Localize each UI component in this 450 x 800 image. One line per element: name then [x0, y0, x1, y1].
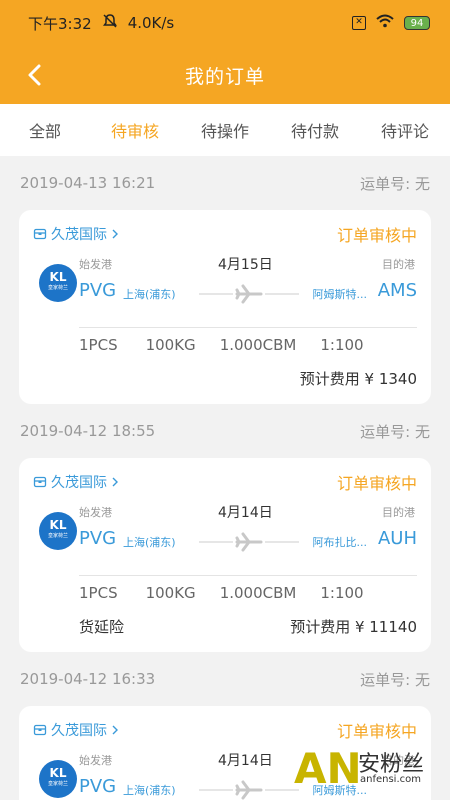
chevron-right-icon — [112, 229, 118, 239]
tab-all[interactable]: 全部 — [0, 118, 90, 142]
order-datetime: 2019-04-12 18:55 — [20, 422, 156, 440]
cargo-specs: 1PCS 100KG 1.000CBM 1:100 — [33, 328, 417, 362]
chevron-right-icon — [112, 725, 118, 735]
origin-code: PVG — [79, 280, 117, 301]
order-header: 2019-04-12 18:55 运单号: 无 — [0, 404, 450, 458]
box-icon — [33, 724, 47, 736]
back-button[interactable] — [18, 58, 52, 92]
tab-pending-operation[interactable]: 待操作 — [180, 118, 270, 142]
chevron-right-icon — [112, 477, 118, 487]
network-speed: 4.0K/s — [127, 14, 175, 32]
cargo-specs: 1PCS 100KG 1.000CBM 1:100 — [33, 576, 417, 610]
tab-pending-payment[interactable]: 待付款 — [270, 118, 360, 142]
tab-pending-review-comment[interactable]: 待评论 — [360, 118, 450, 142]
airline-logo: KL 皇家荷兰 — [39, 760, 77, 798]
status-bar: 下午3:32 4.0K/s ✕ 94 — [0, 0, 450, 46]
flight-date: 4月14日 — [218, 505, 273, 521]
origin-city: 上海(浦东) — [123, 536, 176, 549]
ratio: 1:100 — [320, 584, 364, 602]
sim-icon: ✕ — [352, 16, 366, 30]
destination-label: 目的港 — [382, 258, 415, 271]
order-header: 2019-04-13 16:21 运单号: 无 — [0, 156, 450, 210]
company-name: 久茂国际 — [51, 723, 107, 739]
origin-label: 始发港 — [79, 506, 112, 519]
box-icon — [33, 228, 47, 240]
box-icon — [33, 476, 47, 488]
nav-bar: 我的订单 — [0, 46, 450, 104]
watermark-url: anfensi.com — [360, 774, 422, 785]
estimated-cost: 预计费用 ¥ 1340 — [299, 369, 417, 388]
origin-label: 始发港 — [79, 754, 112, 767]
origin-city: 上海(浦东) — [123, 784, 176, 797]
order-card[interactable]: 久茂国际 订单审核中 KL 皇家荷兰 始发港 4月14日 目的港 PVG 上海(浦… — [19, 458, 431, 652]
origin-city: 上海(浦东) — [123, 288, 176, 301]
order-header: 2019-04-12 16:33 运单号: 无 — [0, 652, 450, 706]
waybill-number: 运单号: 无 — [360, 670, 430, 689]
destination-city: 阿姆斯特... — [312, 288, 368, 301]
page-title: 我的订单 — [184, 65, 265, 88]
mute-icon — [102, 13, 118, 33]
destination-code: AUH — [377, 528, 417, 549]
origin-code: PVG — [79, 776, 117, 797]
plane-icon — [199, 532, 299, 552]
flight-date: 4月15日 — [218, 257, 273, 273]
pieces: 1PCS — [79, 336, 118, 354]
origin-code: PVG — [79, 528, 117, 549]
company-link[interactable]: 久茂国际 — [33, 720, 119, 740]
company-link[interactable]: 久茂国际 — [33, 224, 119, 244]
plane-icon — [199, 780, 299, 800]
order-datetime: 2019-04-12 16:33 — [20, 670, 156, 688]
destination-label: 目的港 — [382, 506, 415, 519]
route-info: KL 皇家荷兰 始发港 4月15日 目的港 PVG 上海(浦东) 阿姆斯特... … — [33, 254, 417, 328]
order-group: 2019-04-12 18:55 运单号: 无 久茂国际 订单审核中 KL 皇家荷… — [0, 404, 450, 652]
back-icon — [28, 64, 41, 86]
volume: 1.000CBM — [219, 336, 297, 354]
weight: 100KG — [145, 336, 196, 354]
wifi-icon — [376, 14, 394, 32]
status-time: 下午3:32 — [28, 14, 92, 33]
order-status: 订单审核中 — [336, 474, 417, 493]
route-info: KL 皇家荷兰 始发港 4月14日 目的港 PVG 上海(浦东) 阿布扎比... … — [33, 502, 417, 576]
ratio: 1:100 — [320, 336, 364, 354]
airline-logo: KL 皇家荷兰 — [39, 264, 77, 302]
order-status: 订单审核中 — [336, 226, 417, 245]
origin-label: 始发港 — [79, 258, 112, 271]
volume: 1.000CBM — [219, 584, 297, 602]
company-name: 久茂国际 — [51, 227, 107, 243]
battery-icon: 94 — [404, 16, 430, 30]
watermark: AN 安粉丝 anfensi.com — [294, 742, 444, 796]
insurance-label: 货延险 — [79, 617, 125, 636]
weight: 100KG — [145, 584, 196, 602]
destination-code: AMS — [377, 280, 417, 301]
airline-logo: KL 皇家荷兰 — [39, 512, 77, 550]
estimated-cost: 预计费用 ¥ 11140 — [290, 617, 417, 636]
flight-date: 4月14日 — [218, 753, 273, 769]
order-status: 订单审核中 — [336, 722, 417, 741]
tab-pending-review[interactable]: 待审核 — [90, 118, 180, 142]
waybill-number: 运单号: 无 — [360, 174, 430, 193]
destination-city: 阿布扎比... — [312, 536, 368, 549]
order-group: 2019-04-13 16:21 运单号: 无 久茂国际 订单审核中 KL 皇家荷… — [0, 156, 450, 404]
order-datetime: 2019-04-13 16:21 — [20, 174, 156, 192]
company-link[interactable]: 久茂国际 — [33, 472, 119, 492]
company-name: 久茂国际 — [51, 475, 107, 491]
pieces: 1PCS — [79, 584, 118, 602]
order-tabs: 全部 待审核 待操作 待付款 待评论 — [0, 104, 450, 156]
watermark-logo: AN — [294, 744, 362, 793]
plane-icon — [199, 284, 299, 304]
waybill-number: 运单号: 无 — [360, 422, 430, 441]
order-card[interactable]: 久茂国际 订单审核中 KL 皇家荷兰 始发港 4月15日 目的港 PVG 上海(浦… — [19, 210, 431, 404]
order-list: 2019-04-13 16:21 运单号: 无 久茂国际 订单审核中 KL 皇家荷… — [0, 156, 450, 800]
